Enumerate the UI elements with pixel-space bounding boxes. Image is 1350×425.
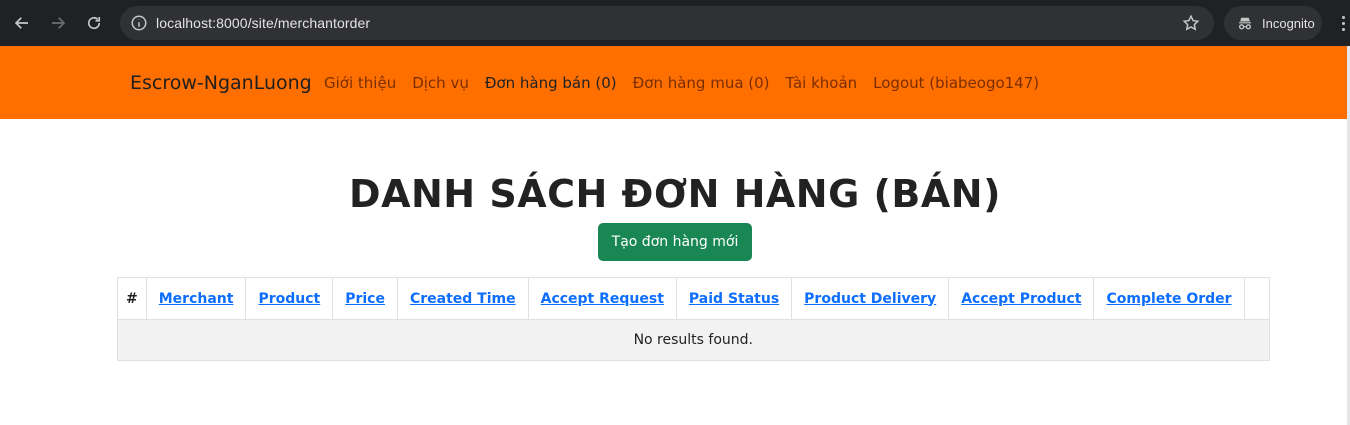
site-info-icon[interactable] [122,6,156,40]
nav-link-dich-vu[interactable]: Dịch vụ [412,74,469,92]
column-header-paid-status: Paid Status [675,277,793,320]
incognito-badge[interactable]: Incognito [1224,6,1322,40]
reload-button[interactable] [76,5,112,41]
incognito-icon [1239,17,1251,30]
column-header-product-delivery: Product Delivery [791,277,950,320]
sort-product-delivery-link[interactable]: Product Delivery [804,291,936,307]
column-header-accept-request: Accept Request [527,277,677,320]
create-order-button[interactable]: Tạo đơn hàng mới [598,223,752,261]
column-header-product: Product [245,277,334,320]
sort-product-link[interactable]: Product [258,291,320,307]
column-header-merchant: Merchant [145,277,247,320]
column-header-accept-product: Accept Product [948,277,1095,320]
url-text[interactable]: localhost:8000/site/merchantorder [156,15,370,31]
column-header-index: # [117,277,147,320]
empty-message: No results found. [117,319,1270,361]
orders-table: # Merchant Product Price Created Time Ac… [117,277,1270,361]
nav-link-don-hang-ban[interactable]: Đơn hàng bán (0) [485,74,617,92]
column-header-complete-order: Complete Order [1093,277,1245,320]
column-header-price: Price [332,277,398,320]
nav-link-logout[interactable]: Logout (biabeogo147) [873,74,1039,92]
sort-complete-order-link[interactable]: Complete Order [1106,291,1231,307]
sort-price-link[interactable]: Price [345,291,385,307]
sort-accept-product-link[interactable]: Accept Product [961,291,1081,307]
incognito-label: Incognito [1262,15,1315,31]
sort-paid-status-link[interactable]: Paid Status [689,291,779,307]
bookmark-star-icon[interactable] [1182,14,1200,36]
arrow-left-icon [14,17,28,29]
nav-link-tai-khoan[interactable]: Tài khoản [786,74,858,92]
site-navbar: Escrow-NganLuong Giới thiệu Dịch vụ Đơn … [0,46,1350,119]
sort-accept-request-link[interactable]: Accept Request [541,291,664,307]
sort-merchant-link[interactable]: Merchant [159,291,234,307]
reload-icon [87,16,101,30]
arrow-right-icon [52,17,66,29]
back-button[interactable] [4,5,40,41]
browser-menu-icon[interactable] [1336,8,1350,38]
nav-links: Giới thiệu Dịch vụ Đơn hàng bán (0) Đơn … [324,74,1039,92]
empty-row: No results found. [117,319,1270,361]
address-bar[interactable]: localhost:8000/site/merchantorder [120,6,1214,40]
table-header-row: # Merchant Product Price Created Time Ac… [117,277,1270,320]
page-title: DANH SÁCH ĐƠN HÀNG (BÁN) [349,172,1001,216]
browser-toolbar: localhost:8000/site/merchantorder Incogn… [0,0,1350,46]
nav-link-gioi-thieu[interactable]: Giới thiệu [324,74,396,92]
column-header-created-time: Created Time [396,277,529,320]
brand-link[interactable]: Escrow-NganLuong [130,72,312,94]
column-header-actions [1243,277,1270,320]
nav-link-don-hang-mua[interactable]: Đơn hàng mua (0) [633,74,770,92]
forward-button[interactable] [40,5,76,41]
sort-created-time-link[interactable]: Created Time [410,291,516,307]
